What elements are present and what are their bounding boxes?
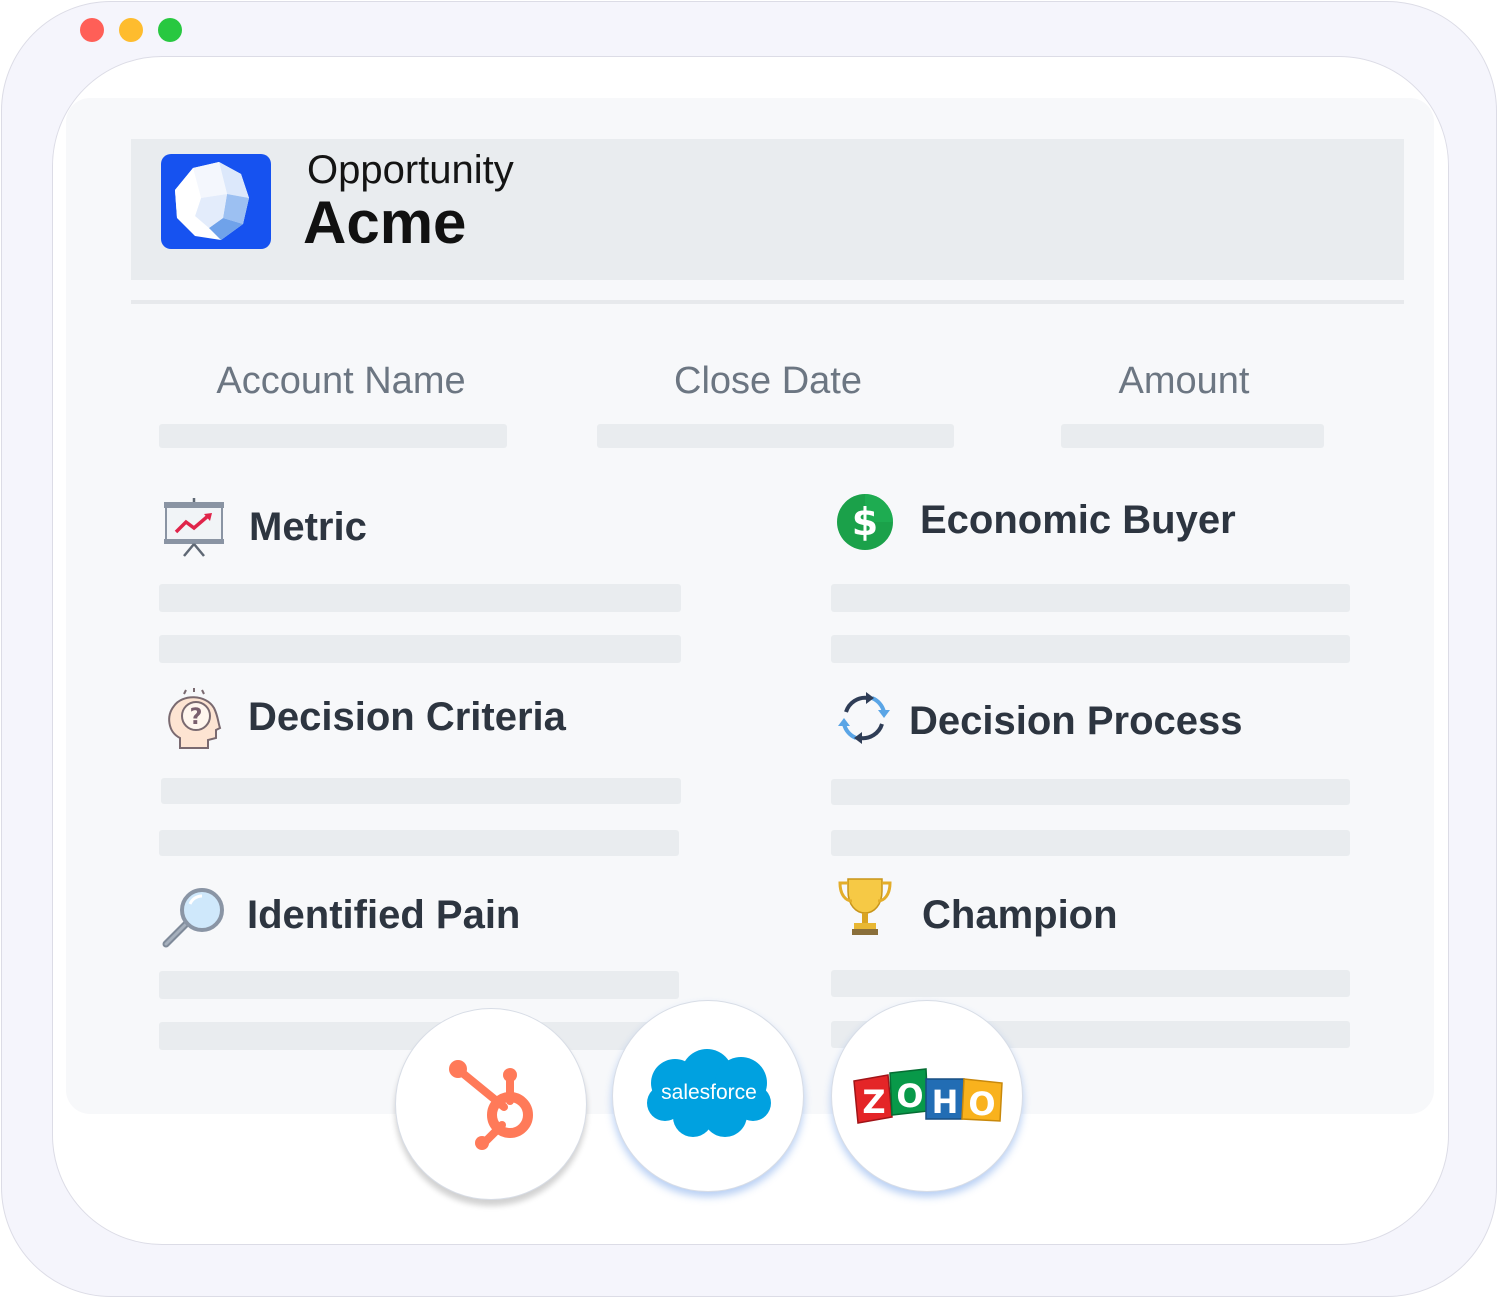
close-date-label: Close Date bbox=[674, 360, 862, 402]
gem-logo-icon bbox=[161, 154, 271, 249]
decision-process-title: Decision Process bbox=[909, 699, 1243, 743]
identified-pain-field-1[interactable] bbox=[159, 971, 679, 999]
zoho-letter-h: H bbox=[931, 1083, 959, 1121]
salesforce-wordmark: salesforce bbox=[661, 1081, 757, 1104]
window-close-button[interactable] bbox=[80, 18, 104, 42]
thinking-head-icon: ? bbox=[162, 688, 226, 755]
economic-buyer-title: Economic Buyer bbox=[920, 498, 1236, 542]
svg-text:$: $ bbox=[852, 500, 878, 544]
decision-process-field-1[interactable] bbox=[831, 779, 1350, 805]
svg-text:?: ? bbox=[190, 705, 203, 730]
decision-criteria-field-1[interactable] bbox=[161, 778, 681, 804]
decision-criteria-title: Decision Criteria bbox=[248, 695, 566, 739]
account-name-value[interactable] bbox=[159, 424, 507, 448]
header-divider bbox=[131, 300, 1404, 304]
zoho-integration-button[interactable]: Z O H O bbox=[831, 1000, 1023, 1192]
metric-field-2[interactable] bbox=[159, 635, 681, 663]
close-date-value[interactable] bbox=[597, 424, 954, 448]
refresh-cycle-icon bbox=[838, 692, 890, 749]
hubspot-logo-icon bbox=[449, 1060, 533, 1150]
window-minimize-button[interactable] bbox=[119, 18, 143, 42]
salesforce-integration-button[interactable]: salesforce bbox=[612, 1000, 804, 1192]
zoho-letter-z: Z bbox=[862, 1083, 886, 1121]
page-title: Acme bbox=[303, 189, 467, 256]
record-type-label: Opportunity bbox=[307, 148, 514, 192]
trophy-icon bbox=[838, 875, 892, 942]
window-maximize-button[interactable] bbox=[158, 18, 182, 42]
identified-pain-title: Identified Pain bbox=[247, 893, 521, 937]
amount-label: Amount bbox=[1118, 360, 1250, 402]
account-name-label: Account Name bbox=[216, 360, 466, 402]
dollar-icon: $ bbox=[836, 493, 894, 556]
zoho-letter-o1: O bbox=[896, 1077, 924, 1115]
champion-field-1[interactable] bbox=[831, 970, 1350, 997]
decision-criteria-field-2[interactable] bbox=[159, 830, 679, 856]
hubspot-integration-button[interactable] bbox=[395, 1008, 587, 1200]
metric-field-1[interactable] bbox=[159, 584, 681, 612]
chart-presentation-icon bbox=[162, 498, 226, 565]
metric-title: Metric bbox=[249, 505, 367, 549]
decision-process-field-2[interactable] bbox=[831, 830, 1350, 856]
champion-title: Champion bbox=[922, 893, 1118, 937]
amount-value[interactable] bbox=[1061, 424, 1324, 448]
economic-buyer-field-1[interactable] bbox=[831, 584, 1350, 612]
zoho-letter-o2: O bbox=[968, 1085, 996, 1123]
magnifier-icon bbox=[160, 886, 228, 955]
economic-buyer-field-2[interactable] bbox=[831, 635, 1350, 663]
